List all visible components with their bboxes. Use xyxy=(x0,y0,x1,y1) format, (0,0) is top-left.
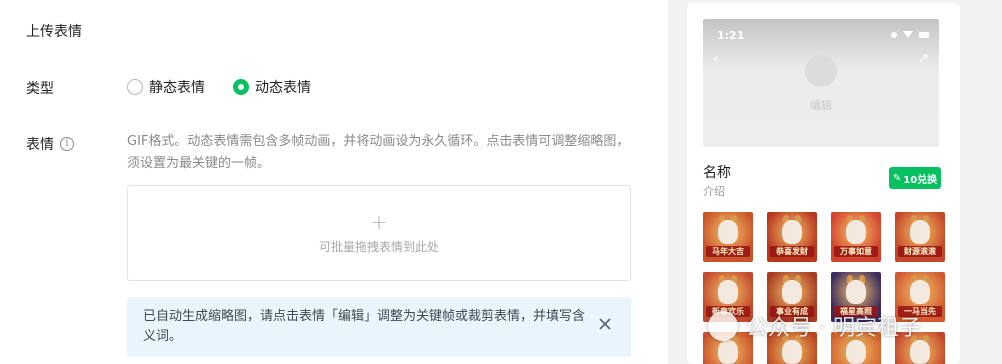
avatar xyxy=(805,55,837,87)
share-icon: ↗ xyxy=(918,51,929,66)
close-icon[interactable] xyxy=(597,316,613,332)
horse-icon xyxy=(718,220,738,244)
sticker-caption: 万事如意 xyxy=(834,246,878,257)
sticker-thumbnail[interactable]: 恭喜发财 xyxy=(767,212,817,262)
preview-intro: 介绍 xyxy=(703,185,725,198)
redeem-label: 10兑换 xyxy=(903,174,938,186)
horse-icon xyxy=(910,340,930,364)
radio-static-circle[interactable] xyxy=(127,79,143,95)
sticker-caption: 恭喜发财 xyxy=(770,246,814,257)
horse-icon xyxy=(782,220,802,244)
wifi-icon xyxy=(903,31,913,38)
horse-icon xyxy=(846,340,866,364)
sticker-label: 表情 i xyxy=(26,134,74,154)
thumbnail-notice: 已自动生成缩略图，请点击表情「编辑」调整为关键帧或裁剪表情，并填写含义词。 xyxy=(127,297,631,357)
redeem-button[interactable]: ✎ 10兑换 xyxy=(889,167,941,189)
radio-animated-label: 动态表情 xyxy=(255,80,311,96)
editor-label: 编辑 xyxy=(810,99,832,112)
radio-static[interactable]: 静态表情 xyxy=(127,77,205,97)
upload-form: 上传表情 类型 静态表情 动态表情 表情 i GIF格式。动态表情需包含多帧动画… xyxy=(0,0,668,364)
type-label: 类型 xyxy=(26,78,54,98)
section-title: 上传表情 xyxy=(26,24,82,40)
radio-animated-circle[interactable] xyxy=(233,79,249,95)
sticker-thumbnail[interactable]: 万事如意 xyxy=(831,212,881,262)
radio-animated[interactable]: 动态表情 xyxy=(233,77,311,97)
status-icons xyxy=(891,31,929,38)
horse-icon xyxy=(782,340,802,364)
type-radio-group: 静态表情 动态表情 xyxy=(127,77,311,97)
horse-icon xyxy=(718,340,738,364)
horse-icon xyxy=(910,280,930,304)
signal-icon xyxy=(891,31,897,38)
status-time: 1:21 xyxy=(717,29,745,42)
battery-icon xyxy=(919,31,929,38)
horse-icon xyxy=(910,220,930,244)
back-icon: ‹ xyxy=(713,51,719,67)
notice-text: 已自动生成缩略图，请点击表情「编辑」调整为关键帧或裁剪表情，并填写含义词。 xyxy=(143,309,586,344)
wechat-logo-icon xyxy=(708,311,738,341)
horse-icon xyxy=(718,280,738,304)
sticker-thumbnail[interactable]: 马年大吉 xyxy=(703,212,753,262)
horse-icon xyxy=(846,280,866,304)
sticker-caption: 财源滚滚 xyxy=(898,246,942,257)
preview-name: 名称 xyxy=(703,165,731,181)
type-label-text: 类型 xyxy=(26,81,54,97)
redeem-icon: ✎ xyxy=(892,172,902,184)
sticker-label-text: 表情 xyxy=(26,137,54,153)
phone-preview: 1:21 ‹ ↗ 编辑 xyxy=(703,19,939,147)
horse-icon xyxy=(846,220,866,244)
sticker-caption: 马年大吉 xyxy=(706,246,750,257)
watermark-text: 公众号 · 明宾租子 xyxy=(746,316,921,341)
radio-static-label: 静态表情 xyxy=(149,80,205,96)
horse-icon xyxy=(782,280,802,304)
format-hint: GIF格式。动态表情需包含多帧动画，并将动画设为永久循环。点击表情可调整缩略图，… xyxy=(127,134,630,171)
watermark: 公众号 · 明宾租子 xyxy=(708,310,921,342)
dropzone-text: 可批量拖拽表情到此处 xyxy=(318,239,439,254)
info-icon[interactable]: i xyxy=(60,137,74,151)
plus-icon: + xyxy=(370,209,388,234)
sticker-dropzone[interactable]: + 可批量拖拽表情到此处 xyxy=(127,185,631,281)
sticker-thumbnail[interactable]: 财源滚滚 xyxy=(895,212,945,262)
